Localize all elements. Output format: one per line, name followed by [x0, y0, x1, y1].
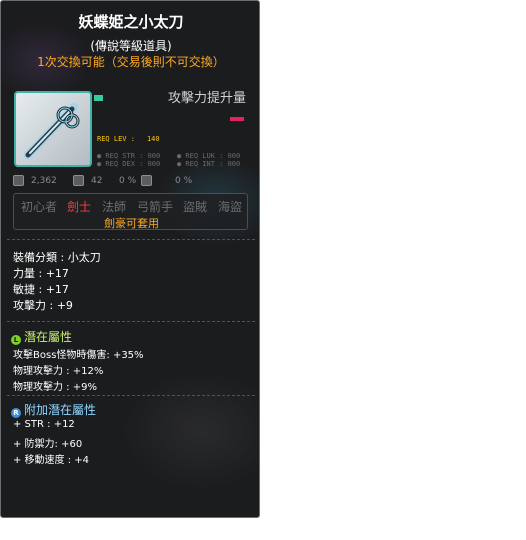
additional-grade-icon: R — [11, 408, 21, 418]
potential-header: L 潛在屬性 — [11, 328, 72, 345]
flag-marker-icon — [94, 95, 103, 101]
additional-potential-line: + 移動速度 : +4 — [13, 455, 90, 466]
stat-category: 裝備分類 : 小太刀 — [13, 251, 101, 264]
sword-icon — [23, 102, 80, 160]
job-magician: 法師 — [102, 200, 127, 214]
req-dex: ● REQ DEX : 000 — [97, 160, 161, 168]
divider — [7, 395, 255, 396]
quick-stat-fourth: 0 % — [175, 176, 193, 186]
job-requirements: 初心者 劍士 法師 弓箭手 盜賊 海盜 劍豪可套用 — [13, 193, 248, 230]
req-level-value: 140 — [146, 135, 160, 143]
additional-potential-title: 附加潛在屬性 — [24, 403, 97, 417]
req-int: ● REQ INT : 000 — [177, 160, 241, 168]
upgrade-stat-icon — [73, 175, 84, 186]
stat-dexterity: 敏捷 : +17 — [13, 283, 69, 296]
quick-stat-first: 2,362 — [31, 176, 57, 186]
potential-line: 物理攻擊力 : +12% — [13, 366, 104, 377]
job-beginner: 初心者 — [21, 200, 58, 214]
job-bowman: 弓箭手 — [137, 200, 174, 214]
quick-stat-third: 0 % — [119, 176, 137, 186]
req-level: REQ LEV : 140 — [97, 135, 160, 143]
req-level-label: REQ LEV : — [97, 135, 135, 143]
req-luk: ● REQ LUK : 000 — [177, 152, 241, 160]
attack-increase-label: 攻擊力提升量 — [167, 91, 246, 106]
attack-stat-icon — [13, 175, 24, 186]
quick-stat-second: 42 — [91, 176, 103, 186]
job-note: 劍豪可套用 — [104, 217, 159, 230]
job-pirate: 海盜 — [218, 200, 243, 214]
additional-potential-line: + STR : +12 — [13, 419, 75, 430]
job-warrior: 劍士 — [67, 200, 92, 214]
item-icon-frame — [14, 91, 92, 167]
divider — [7, 321, 255, 322]
stat-attack: 攻擊力 : +9 — [13, 299, 73, 312]
potential-title: 潛在屬性 — [24, 330, 73, 344]
potential-stat-icon — [141, 175, 152, 186]
job-thief: 盜賊 — [183, 200, 208, 214]
potential-line: 攻擊Boss怪物時傷害: +35% — [13, 350, 144, 361]
quick-stat-row: 2,362 42 0 % 0 % — [13, 173, 253, 191]
additional-potential-line: + 防禦力: +60 — [13, 439, 83, 450]
potential-line: 物理攻擊力 : +9% — [13, 382, 97, 393]
additional-potential-header: R 附加潛在屬性 — [11, 401, 96, 418]
stat-strength: 力量 : +17 — [13, 267, 69, 280]
divider — [7, 239, 255, 240]
item-name: 妖蝶姫之小太刀 — [78, 13, 184, 31]
trade-note: 1次交換可能（交易後則不可交換） — [37, 55, 225, 69]
item-tooltip: 妖蝶姫之小太刀 (傳說等級道具) 1次交換可能（交易後則不可交換） 攻擊力提升量… — [0, 0, 260, 518]
req-str: ● REQ STR : 000 — [97, 152, 161, 160]
attack-increase-indicator — [230, 117, 244, 121]
item-rarity: (傳說等級道具) — [90, 39, 172, 53]
potential-grade-icon: L — [11, 335, 21, 345]
